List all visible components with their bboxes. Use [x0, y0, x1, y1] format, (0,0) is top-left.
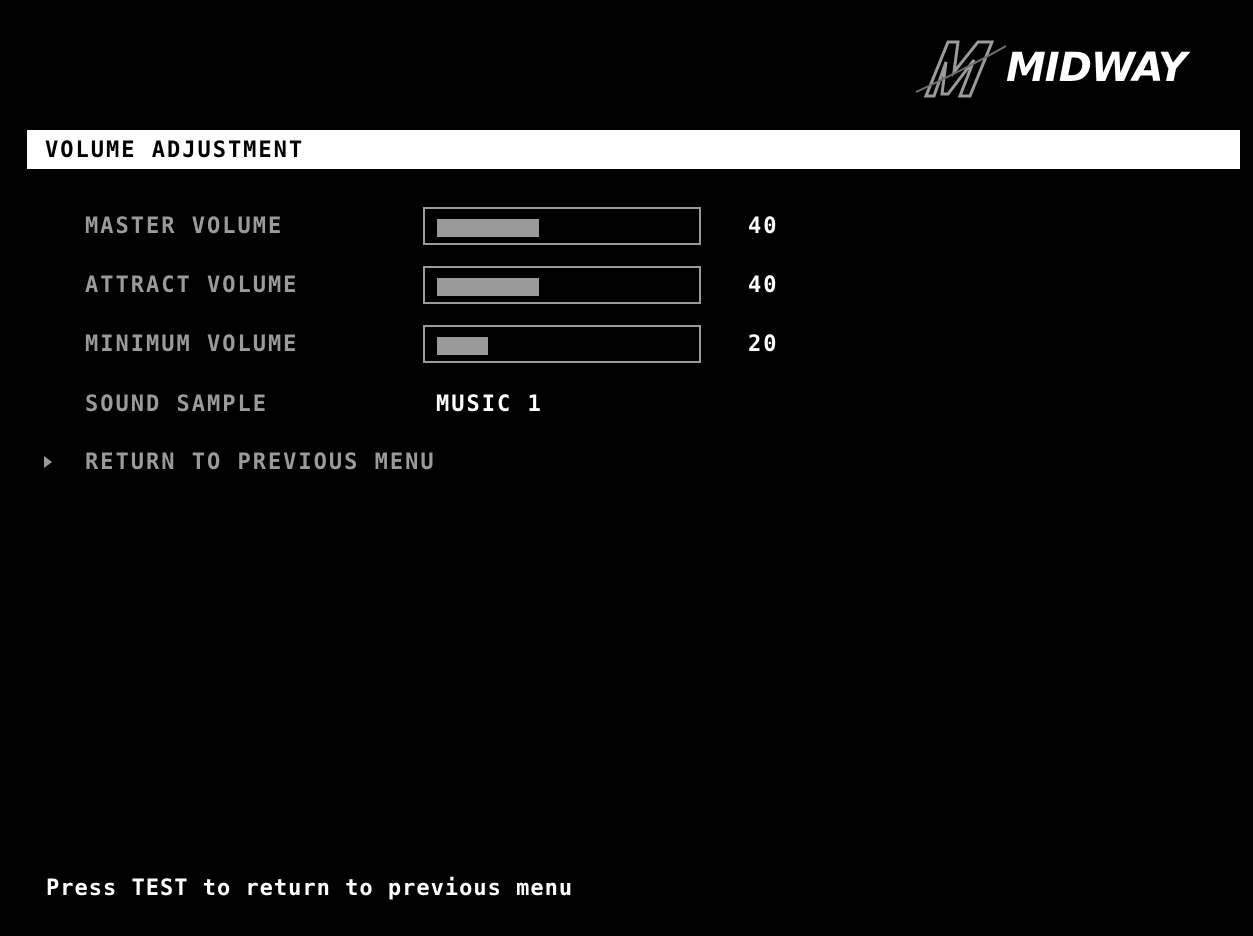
master-volume-fill	[437, 219, 539, 237]
master-volume-slider[interactable]	[423, 207, 701, 245]
return-to-previous-menu-item[interactable]: RETURN TO PREVIOUS MENU	[85, 450, 436, 475]
sound-sample-value[interactable]: MUSIC 1	[436, 392, 543, 417]
attract-volume-value: 40	[748, 273, 779, 298]
master-volume-value: 40	[748, 214, 779, 239]
minimum-volume-value: 20	[748, 332, 779, 357]
sound-sample-label[interactable]: SOUND SAMPLE	[85, 392, 268, 417]
page-title: VOLUME ADJUSTMENT	[45, 138, 305, 163]
master-volume-label[interactable]: MASTER VOLUME	[85, 214, 283, 239]
footer-hint: Press TEST to return to previous menu	[46, 876, 574, 901]
midway-logo: MIDWAY	[908, 32, 1208, 108]
volume-adjustment-screen: MIDWAY VOLUME ADJUSTMENT MASTER VOLUME 4…	[0, 0, 1253, 936]
minimum-volume-fill	[437, 337, 488, 355]
midway-m-emblem-icon	[915, 40, 1007, 98]
attract-volume-slider[interactable]	[423, 266, 701, 304]
attract-volume-fill	[437, 278, 539, 296]
minimum-volume-label[interactable]: MINIMUM VOLUME	[85, 332, 298, 357]
midway-logo-text: MIDWAY	[1006, 45, 1187, 91]
title-bar: VOLUME ADJUSTMENT	[27, 130, 1240, 169]
attract-volume-label[interactable]: ATTRACT VOLUME	[85, 273, 298, 298]
minimum-volume-slider[interactable]	[423, 325, 701, 363]
triangle-right-icon	[44, 456, 52, 468]
